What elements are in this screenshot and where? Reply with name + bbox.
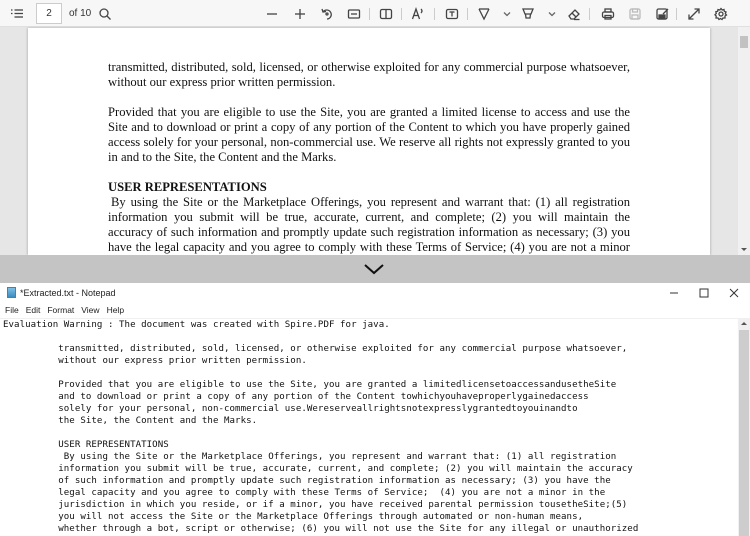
- menu-format[interactable]: Format: [42, 303, 74, 318]
- minimize-button[interactable]: [659, 283, 689, 303]
- notepad-text-area[interactable]: Evaluation Warning : The document was cr…: [0, 318, 738, 536]
- menu-view[interactable]: View: [76, 303, 99, 318]
- pdf-section-heading: USER REPRESENTATIONS: [108, 180, 267, 194]
- separator-band: [0, 255, 750, 283]
- save-as-icon[interactable]: [652, 4, 672, 24]
- close-button[interactable]: [719, 283, 749, 303]
- notepad-app-icon: [7, 287, 16, 298]
- settings-icon[interactable]: [711, 4, 731, 24]
- pdf-scrollbar[interactable]: [738, 27, 750, 255]
- pdf-paragraph: transmitted, distributed, sold, licensed…: [108, 60, 630, 89]
- pdf-page: transmitted, distributed, sold, licensed…: [28, 28, 710, 255]
- notepad-window: *Extracted.txt - Notepad File Edit Forma…: [0, 283, 750, 536]
- pdf-paragraph: By using the Site or the Marketplace Off…: [108, 195, 630, 254]
- toolbar-divider: [589, 8, 590, 20]
- toolbar-divider: [369, 8, 370, 20]
- scroll-down-icon[interactable]: [741, 248, 747, 251]
- pdf-viewer: 2 of 10 transmitted, distributed, sold, …: [0, 0, 750, 255]
- window-title: *Extracted.txt - Notepad: [20, 288, 116, 298]
- pdf-scrollbar-thumb[interactable]: [740, 36, 748, 48]
- chevron-down-icon: [364, 264, 384, 275]
- chevron-down-icon[interactable]: [497, 4, 517, 24]
- scroll-up-icon[interactable]: [741, 322, 747, 325]
- menu-edit[interactable]: Edit: [21, 303, 41, 318]
- search-icon[interactable]: [95, 4, 115, 24]
- minimize-icon: [670, 292, 678, 294]
- highlight-icon[interactable]: [518, 4, 538, 24]
- pdf-toolbar: 2 of 10: [0, 0, 750, 27]
- rotate-icon[interactable]: [317, 4, 337, 24]
- notepad-title-bar: *Extracted.txt - Notepad: [0, 283, 750, 303]
- close-icon: [729, 288, 739, 298]
- save-icon[interactable]: [625, 4, 645, 24]
- erase-icon[interactable]: [564, 4, 584, 24]
- page-total-label: of 10: [69, 8, 92, 19]
- chevron-down-icon[interactable]: [542, 4, 562, 24]
- print-icon[interactable]: [598, 4, 618, 24]
- page-view-icon[interactable]: [376, 4, 396, 24]
- toolbar-divider: [434, 8, 435, 20]
- toolbar-divider: [401, 8, 402, 20]
- read-aloud-icon[interactable]: [408, 4, 428, 24]
- notepad-menu-bar: File Edit Format View Help: [0, 303, 750, 318]
- pdf-page-text: transmitted, distributed, sold, licensed…: [108, 60, 630, 255]
- draw-icon[interactable]: [474, 4, 494, 24]
- contents-icon[interactable]: [7, 4, 27, 24]
- maximize-button[interactable]: [689, 283, 719, 303]
- toolbar-divider: [676, 8, 677, 20]
- fullscreen-icon[interactable]: [684, 4, 704, 24]
- maximize-icon: [699, 288, 709, 298]
- zoom-out-icon[interactable]: [262, 4, 282, 24]
- menu-file[interactable]: File: [0, 303, 19, 318]
- notepad-content[interactable]: Evaluation Warning : The document was cr…: [3, 319, 638, 535]
- notepad-scrollbar-thumb[interactable]: [739, 330, 749, 536]
- notepad-scrollbar[interactable]: [738, 318, 750, 536]
- zoom-in-icon[interactable]: [290, 4, 310, 24]
- pdf-paragraph: Provided that you are eligible to use th…: [108, 105, 630, 164]
- text-box-icon[interactable]: [442, 4, 462, 24]
- fit-width-icon[interactable]: [344, 4, 364, 24]
- toolbar-divider: [467, 8, 468, 20]
- page-number-input[interactable]: 2: [36, 3, 62, 24]
- menu-help[interactable]: Help: [102, 303, 124, 318]
